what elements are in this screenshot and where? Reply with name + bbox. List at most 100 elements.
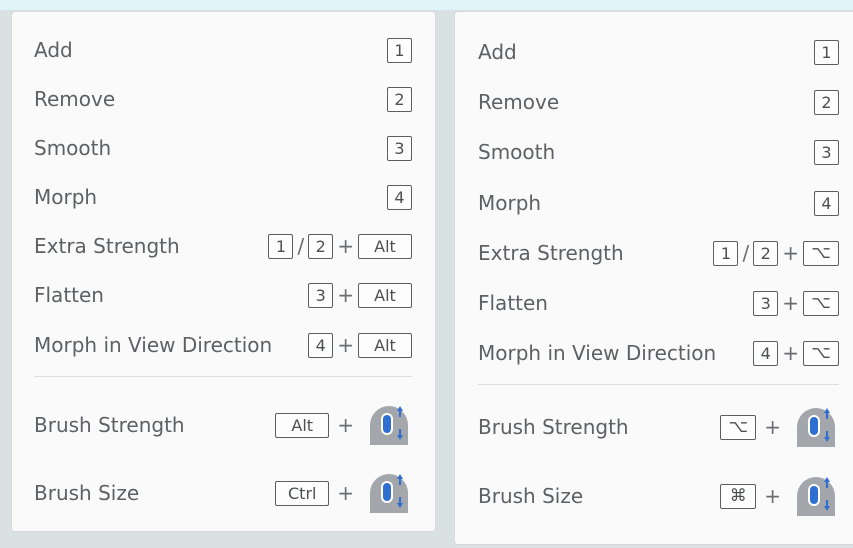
- shortcut-row-brush-size: Brush Size Ctrl +: [12, 470, 435, 516]
- modifier-key-command: ⌘: [720, 483, 757, 509]
- plus-separator: +: [782, 241, 799, 265]
- shortcut-keys: Ctrl +: [275, 474, 412, 513]
- mouse-scroll-icon: [797, 408, 835, 447]
- plus-separator: +: [782, 341, 799, 365]
- shortcut-label: Brush Strength: [34, 413, 185, 437]
- mouse-scroll-icon: [370, 474, 408, 513]
- shortcut-keys: 2: [814, 87, 839, 117]
- shortcut-keys: ⌘ +: [720, 477, 839, 516]
- shortcut-label: Remove: [34, 87, 116, 111]
- shortcut-label: Smooth: [478, 140, 556, 164]
- modifier-key-option: ⌥: [803, 340, 839, 366]
- key-cap: 4: [753, 340, 779, 366]
- shortcut-row-flatten: Flatten 3 + Alt: [12, 280, 435, 310]
- shortcut-label: Morph in View Direction: [478, 341, 717, 365]
- shortcut-row-flatten: Flatten 3 + ⌥: [455, 288, 853, 318]
- shortcut-label: Morph in View Direction: [34, 333, 273, 357]
- shortcut-row-remove: Remove 2: [12, 84, 435, 114]
- key-cap: 1: [268, 233, 294, 259]
- shortcut-row-morph: Morph 4: [455, 188, 853, 218]
- shortcut-label: Remove: [478, 90, 560, 114]
- shortcuts-panel-windows: Add 1 Remove 2 Smooth 3 Morph 4 Extra St…: [11, 11, 436, 532]
- shortcut-label: Smooth: [34, 136, 112, 160]
- shortcuts-panel-mac: Add 1 Remove 2 Smooth 3 Morph 4 Extra St…: [454, 11, 853, 545]
- shortcut-keys: 1: [387, 35, 412, 65]
- plus-separator: +: [337, 234, 354, 258]
- shortcut-label: Morph: [34, 185, 98, 209]
- shortcut-row-add: Add 1: [12, 35, 435, 65]
- shortcut-label: Flatten: [34, 283, 104, 307]
- key-cap: 2: [308, 233, 334, 259]
- shortcut-label: Flatten: [478, 291, 548, 315]
- shortcut-keys: 1 / 2 + ⌥: [713, 238, 839, 268]
- modifier-key-option: ⌥: [720, 414, 757, 440]
- shortcut-keys: 3 + Alt: [308, 280, 412, 310]
- shortcut-keys: 1 / 2 + Alt: [268, 231, 412, 261]
- key-cap: 3: [753, 290, 779, 316]
- plus-separator: +: [337, 333, 354, 357]
- shortcut-row-brush-strength: Brush Strength ⌥ +: [455, 404, 853, 450]
- slash-separator: /: [742, 241, 750, 265]
- shortcut-keys: Alt +: [275, 406, 412, 445]
- key-cap: 2: [387, 86, 412, 112]
- modifier-key-alt: Alt: [358, 233, 412, 259]
- key-cap: 4: [814, 190, 839, 216]
- shortcut-keys: 2: [387, 84, 412, 114]
- shortcut-keys: 4: [814, 188, 839, 218]
- key-cap: 3: [814, 139, 839, 165]
- shortcut-label: Extra Strength: [478, 241, 624, 265]
- shortcut-label: Morph: [478, 191, 542, 215]
- shortcut-keys: 3: [387, 133, 412, 163]
- shortcut-label: Add: [34, 38, 73, 62]
- key-cap: 2: [814, 89, 839, 115]
- modifier-key-alt: Alt: [358, 282, 412, 308]
- plus-separator: +: [764, 415, 781, 439]
- shortcut-label: Brush Strength: [478, 415, 629, 439]
- key-cap: 1: [713, 240, 739, 266]
- shortcut-row-morph: Morph 4: [12, 182, 435, 212]
- shortcut-row-brush-size: Brush Size ⌘ +: [455, 473, 853, 519]
- shortcut-row-morph-view-direction: Morph in View Direction 4 + ⌥: [455, 338, 853, 368]
- shortcut-row-remove: Remove 2: [455, 87, 853, 117]
- shortcut-label: Brush Size: [34, 481, 140, 505]
- shortcut-row-smooth: Smooth 3: [12, 133, 435, 163]
- plus-separator: +: [337, 481, 354, 505]
- shortcut-keys: 4 + ⌥: [753, 338, 839, 368]
- shortcut-keys: 4 + Alt: [308, 330, 412, 360]
- key-cap: 3: [308, 282, 334, 308]
- plus-separator: +: [782, 291, 799, 315]
- shortcut-row-extra-strength: Extra Strength 1 / 2 + ⌥: [455, 238, 853, 268]
- shortcut-label: Brush Size: [478, 484, 584, 508]
- shortcut-row-add: Add 1: [455, 37, 853, 67]
- key-cap: 3: [387, 135, 412, 161]
- shortcut-label: Extra Strength: [34, 234, 180, 258]
- plus-separator: +: [764, 484, 781, 508]
- section-divider: [34, 376, 412, 377]
- key-cap: 1: [814, 39, 839, 65]
- shortcut-keys: ⌥ +: [720, 408, 839, 447]
- key-cap: 2: [753, 240, 779, 266]
- modifier-key-alt: Alt: [358, 332, 412, 358]
- shortcut-keys: 4: [387, 182, 412, 212]
- key-cap: 1: [387, 37, 412, 63]
- shortcut-keys: 3: [814, 137, 839, 167]
- shortcut-keys: 1: [814, 37, 839, 67]
- key-cap: 4: [308, 332, 334, 358]
- plus-separator: +: [337, 413, 354, 437]
- plus-separator: +: [337, 283, 354, 307]
- key-cap: 4: [387, 184, 412, 210]
- mouse-scroll-icon: [370, 406, 408, 445]
- shortcut-row-morph-view-direction: Morph in View Direction 4 + Alt: [12, 330, 435, 360]
- modifier-key-option: ⌥: [803, 290, 839, 316]
- modifier-key-alt: Alt: [275, 412, 330, 438]
- shortcut-row-extra-strength: Extra Strength 1 / 2 + Alt: [12, 231, 435, 261]
- modifier-key-option: ⌥: [803, 240, 839, 266]
- shortcut-row-brush-strength: Brush Strength Alt +: [12, 402, 435, 448]
- modifier-key-ctrl: Ctrl: [275, 480, 330, 506]
- shortcut-keys: 3 + ⌥: [753, 288, 839, 318]
- shortcut-row-smooth: Smooth 3: [455, 137, 853, 167]
- slash-separator: /: [297, 234, 305, 258]
- section-divider: [478, 384, 839, 385]
- shortcut-label: Add: [478, 40, 517, 64]
- window-top-strip: [0, 0, 853, 10]
